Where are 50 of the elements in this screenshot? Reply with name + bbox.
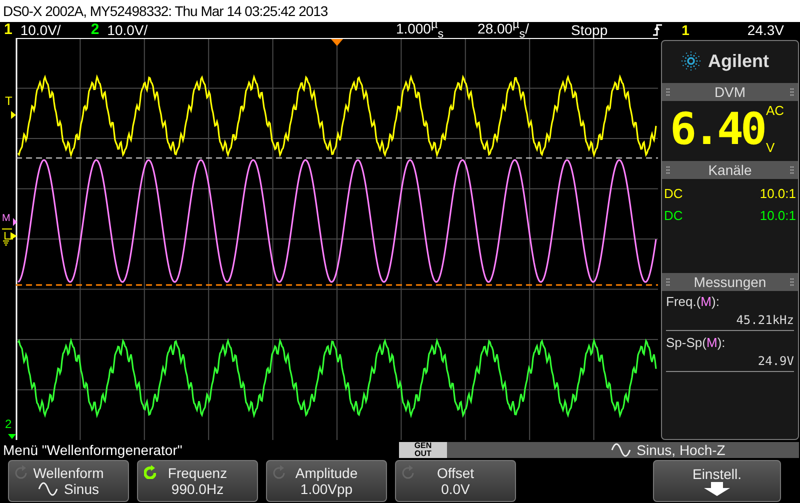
marker-arrow-icon bbox=[13, 218, 17, 226]
channel-coupling: DC bbox=[664, 185, 683, 203]
section-title: Kanäle bbox=[708, 162, 752, 178]
dvm-reading: 6.40 bbox=[670, 103, 764, 157]
grip-icon bbox=[790, 166, 794, 174]
run-state: Stopp bbox=[570, 22, 609, 38]
probe-ratio: 10.0:1 bbox=[760, 185, 796, 203]
grip-icon bbox=[666, 88, 670, 96]
channel-scale: 10.0V/ bbox=[19, 22, 62, 38]
starburst-logo-icon bbox=[680, 50, 702, 72]
trigger-source: 1 bbox=[680, 22, 690, 38]
marker-arrow-icon bbox=[11, 111, 16, 119]
logo-text: Agilent bbox=[708, 50, 769, 72]
measurement-value: 45.21kHz bbox=[666, 311, 794, 331]
sine-wave-icon bbox=[610, 443, 631, 457]
softkey-button[interactable]: Offset 0.0V bbox=[395, 460, 516, 502]
channel-scale: 10.0V/ bbox=[106, 22, 149, 38]
trigger-level: 24.3V bbox=[746, 22, 785, 38]
grip-icon bbox=[790, 278, 794, 286]
softkey-button[interactable]: Amplitude 1.00Vpp bbox=[266, 460, 387, 502]
window-title: DS0-X 2002A, MY52498332: Thu Mar 14 03:25:42 2013 bbox=[0, 0, 800, 22]
menu-title: Menü "Wellenformgenerator" bbox=[2, 442, 184, 458]
grip-icon bbox=[790, 88, 794, 96]
trigger-position-marker[interactable] bbox=[331, 39, 343, 46]
gen-out-badge: GEN OUT bbox=[399, 442, 447, 458]
channel-coupling: DC bbox=[664, 207, 683, 225]
dvm-unit: V bbox=[766, 140, 776, 155]
ground-icon bbox=[2, 228, 17, 246]
channel-number: 2 bbox=[90, 22, 100, 38]
channel-number: 1 bbox=[4, 22, 12, 38]
down-arrow-icon bbox=[702, 482, 732, 496]
measurement-label: Sp-Sp(M): bbox=[666, 334, 726, 352]
probe-ratio: 10.0:1 bbox=[760, 207, 796, 225]
marker-label: 2 bbox=[5, 417, 12, 431]
trigger-edge-icon bbox=[652, 23, 664, 37]
section-title: DVM bbox=[714, 84, 746, 100]
measurement-label: Freq.(M): bbox=[666, 293, 720, 311]
marker-label: T bbox=[5, 94, 12, 108]
section-title: Messungen bbox=[694, 274, 766, 290]
marker-arrow-icon bbox=[8, 434, 16, 439]
marker-label: M bbox=[2, 213, 10, 224]
softkey-button[interactable]: Frequenz 990.0Hz bbox=[137, 460, 258, 502]
grip-icon bbox=[666, 166, 670, 174]
generator-summary: Sinus, Hoch-Z bbox=[447, 442, 799, 458]
sine-wave-icon bbox=[38, 482, 58, 496]
grip-icon bbox=[666, 278, 670, 286]
softkey-button[interactable]: Einstell. bbox=[653, 460, 781, 502]
dvm-mode: AC bbox=[766, 103, 784, 118]
measurement-value: 24.9V bbox=[666, 352, 794, 372]
softkey-button[interactable]: Wellenform Sinus bbox=[8, 460, 129, 502]
